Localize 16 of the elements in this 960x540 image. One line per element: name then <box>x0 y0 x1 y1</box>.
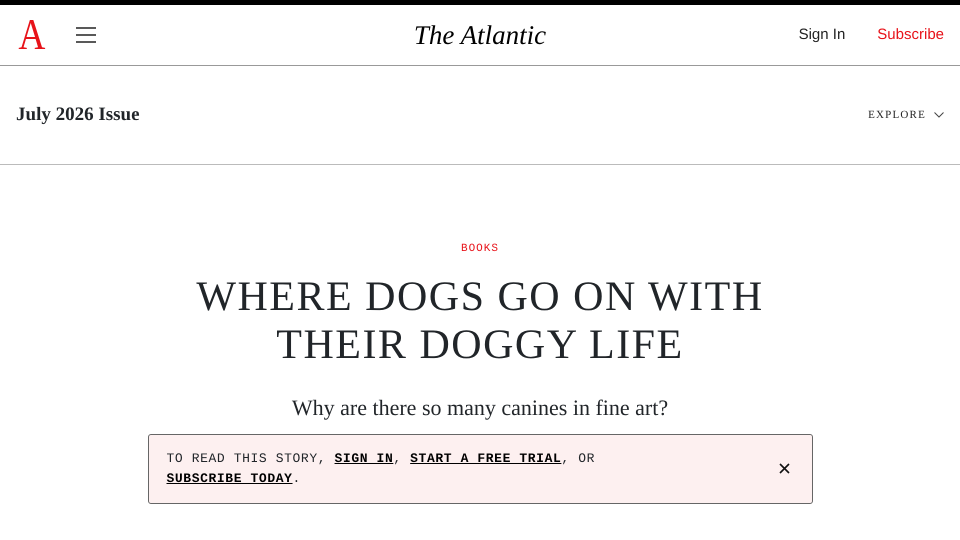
chevron-icon <box>934 112 944 118</box>
close-icon <box>778 463 790 474</box>
section-label: BOOKS <box>460 242 499 257</box>
notice-link[interactable]: SIGN IN <box>334 451 394 466</box>
sign-in-link[interactable]: Sign In <box>798 24 846 46</box>
headline: WHERE DOGS GO ON WITH THEIR DOGGY LIFE <box>195 273 765 369</box>
notice-text: TO READ THIS STORY, SIGN IN, START A FREE TRIAL, OR SUBSCRIBE TODAY. <box>166 450 596 488</box>
notice-link[interactable]: START A FREE TRIAL <box>410 451 562 466</box>
explore-button[interactable]: EXPLORE <box>868 106 944 124</box>
issue-title: July 2026 Issue <box>16 102 140 127</box>
subscribe-link[interactable]: Subscribe <box>877 24 944 46</box>
subheadline: Why are there so many canines in fine art? <box>292 394 668 422</box>
logo[interactable]: A <box>18 13 46 57</box>
menu-icon <box>76 26 96 43</box>
wordmark[interactable]: The Atlantic <box>414 14 546 56</box>
notice-link[interactable]: SUBSCRIBE TODAY <box>166 471 293 486</box>
